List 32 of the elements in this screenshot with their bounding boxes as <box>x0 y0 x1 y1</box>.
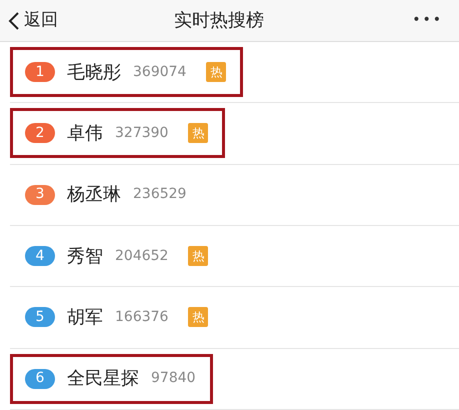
count-text: 236529 <box>133 185 186 204</box>
hot-badge: 热 <box>188 123 208 144</box>
back-button[interactable]: 返回 <box>8 8 58 34</box>
list-item[interactable]: 3 杨丞琳 236529 <box>10 170 204 220</box>
rank-badge: 6 <box>25 368 55 389</box>
hot-badge: 热 <box>188 246 208 266</box>
back-icon <box>8 10 20 30</box>
hot-badge: 热 <box>206 62 226 82</box>
count-text: 369074 <box>133 62 186 82</box>
list-item[interactable]: 2 卓伟 327390 热 <box>10 108 226 158</box>
more-button[interactable]: ••• <box>412 10 451 31</box>
rank-badge: 1 <box>25 62 55 82</box>
count-text: 166376 <box>115 308 168 327</box>
name-text: 胡军 <box>67 306 103 330</box>
list-item[interactable]: 1 毛晓彤 369074 热 <box>10 47 244 98</box>
name-text: 全民星探 <box>67 367 139 392</box>
name-text: 杨丞琳 <box>67 183 121 208</box>
count-text: 97840 <box>151 369 196 388</box>
rank-badge: 5 <box>25 307 55 328</box>
hot-badge: 热 <box>188 307 208 328</box>
count-text: 204652 <box>115 246 168 266</box>
count-text: 327390 <box>115 124 168 143</box>
list-item[interactable]: 6 全民星探 97840 <box>10 354 213 404</box>
name-text: 卓伟 <box>67 122 103 146</box>
name-text: 毛晓彤 <box>67 60 121 85</box>
rank-badge: 2 <box>25 123 55 144</box>
rank-badge: 4 <box>25 246 55 266</box>
rank-badge: 3 <box>25 184 55 205</box>
name-text: 秀智 <box>67 244 103 269</box>
page-title: 实时热搜榜 <box>173 9 266 33</box>
list-item[interactable]: 5 胡军 166376 热 <box>10 292 226 342</box>
list-item[interactable]: 4 秀智 204652 热 <box>10 231 226 282</box>
